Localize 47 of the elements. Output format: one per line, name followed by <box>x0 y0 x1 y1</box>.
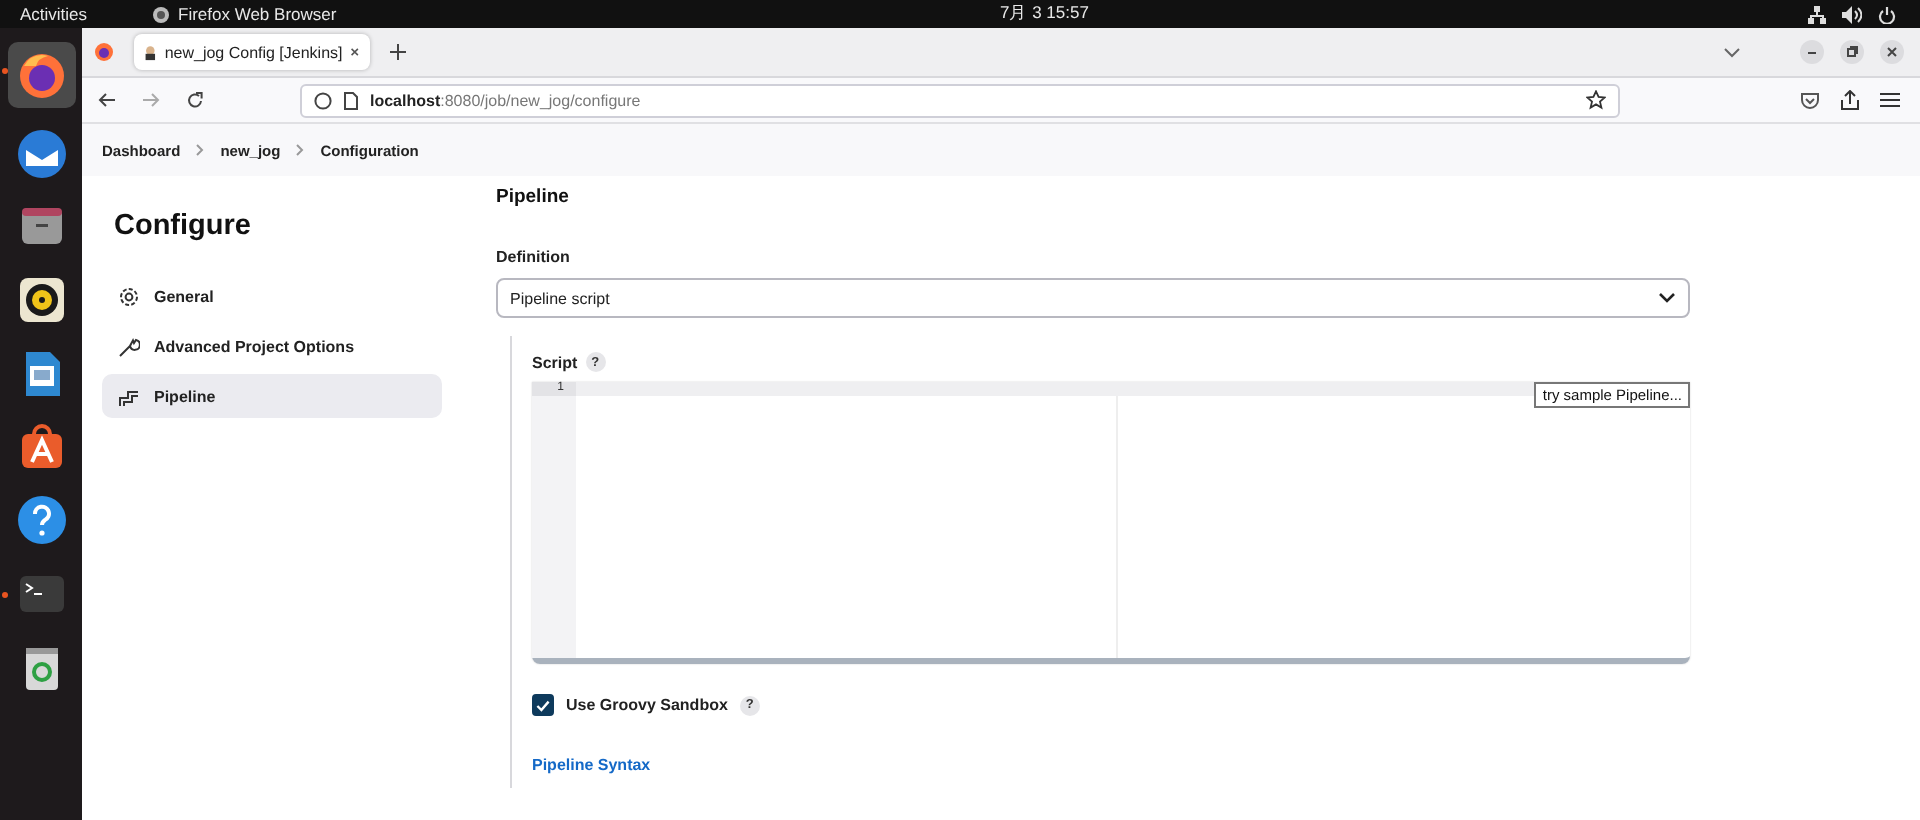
chevron-right-icon <box>296 144 305 156</box>
back-icon[interactable] <box>98 92 116 108</box>
wrench-icon <box>118 335 140 357</box>
chevron-right-icon <box>196 144 205 156</box>
section-heading: Pipeline <box>496 186 571 208</box>
gear-icon <box>118 285 140 307</box>
minimize-icon <box>1806 46 1818 58</box>
address-bar[interactable]: localhost:8080/job/new_jog/configure <box>300 83 1620 117</box>
checkbox-label: Use Groovy Sandbox <box>566 696 728 714</box>
pipeline-syntax-link[interactable]: Pipeline Syntax <box>532 756 651 774</box>
speaker-icon[interactable] <box>1842 5 1862 23</box>
restore-icon <box>1846 46 1858 58</box>
close-button[interactable] <box>1880 40 1904 64</box>
definition-dropdown[interactable]: Pipeline script <box>496 278 1690 318</box>
chevron-down-icon <box>1658 292 1676 304</box>
close-icon[interactable] <box>350 46 360 58</box>
share-icon[interactable] <box>1840 90 1860 110</box>
page-title: Configure <box>114 210 253 242</box>
chevron-down-icon[interactable] <box>1724 47 1740 57</box>
firefox-icon[interactable] <box>94 42 114 62</box>
close-icon <box>1886 46 1898 58</box>
pocket-icon[interactable] <box>1800 91 1820 109</box>
pipeline-icon <box>118 385 140 407</box>
shield-icon <box>314 91 332 109</box>
minimize-button[interactable] <box>1800 40 1824 64</box>
firefox-icon <box>152 5 170 23</box>
activities-button[interactable]: Activities <box>20 4 132 24</box>
question-mark-icon[interactable] <box>13 492 69 549</box>
sidebar-item[interactable]: Advanced Project Options <box>102 324 442 368</box>
field-label: Script <box>532 353 578 371</box>
clock[interactable]: 7月 3 15:57 <box>1000 2 1089 26</box>
star-icon[interactable] <box>1586 90 1606 110</box>
menu-icon[interactable] <box>1880 92 1900 108</box>
page-icon <box>344 91 358 109</box>
network-icon[interactable] <box>1808 5 1826 23</box>
sidebar-item[interactable]: Pipeline <box>102 374 442 418</box>
restore-button[interactable] <box>1840 40 1864 64</box>
checkbox[interactable] <box>532 694 554 716</box>
new-tab-icon[interactable] <box>390 44 406 60</box>
url-text: localhost:8080/job/new_jog/configure <box>370 91 641 109</box>
app-menu[interactable]: Firefox Web Browser <box>178 4 337 24</box>
reload-icon[interactable] <box>186 91 204 109</box>
sidebar-item[interactable]: General <box>102 274 442 318</box>
checkmark-icon <box>536 699 550 711</box>
browser-tab[interactable]: new_jog Config [Jenkins] <box>134 34 370 70</box>
field-label: Definition <box>496 248 572 266</box>
power-icon[interactable] <box>1878 5 1896 23</box>
